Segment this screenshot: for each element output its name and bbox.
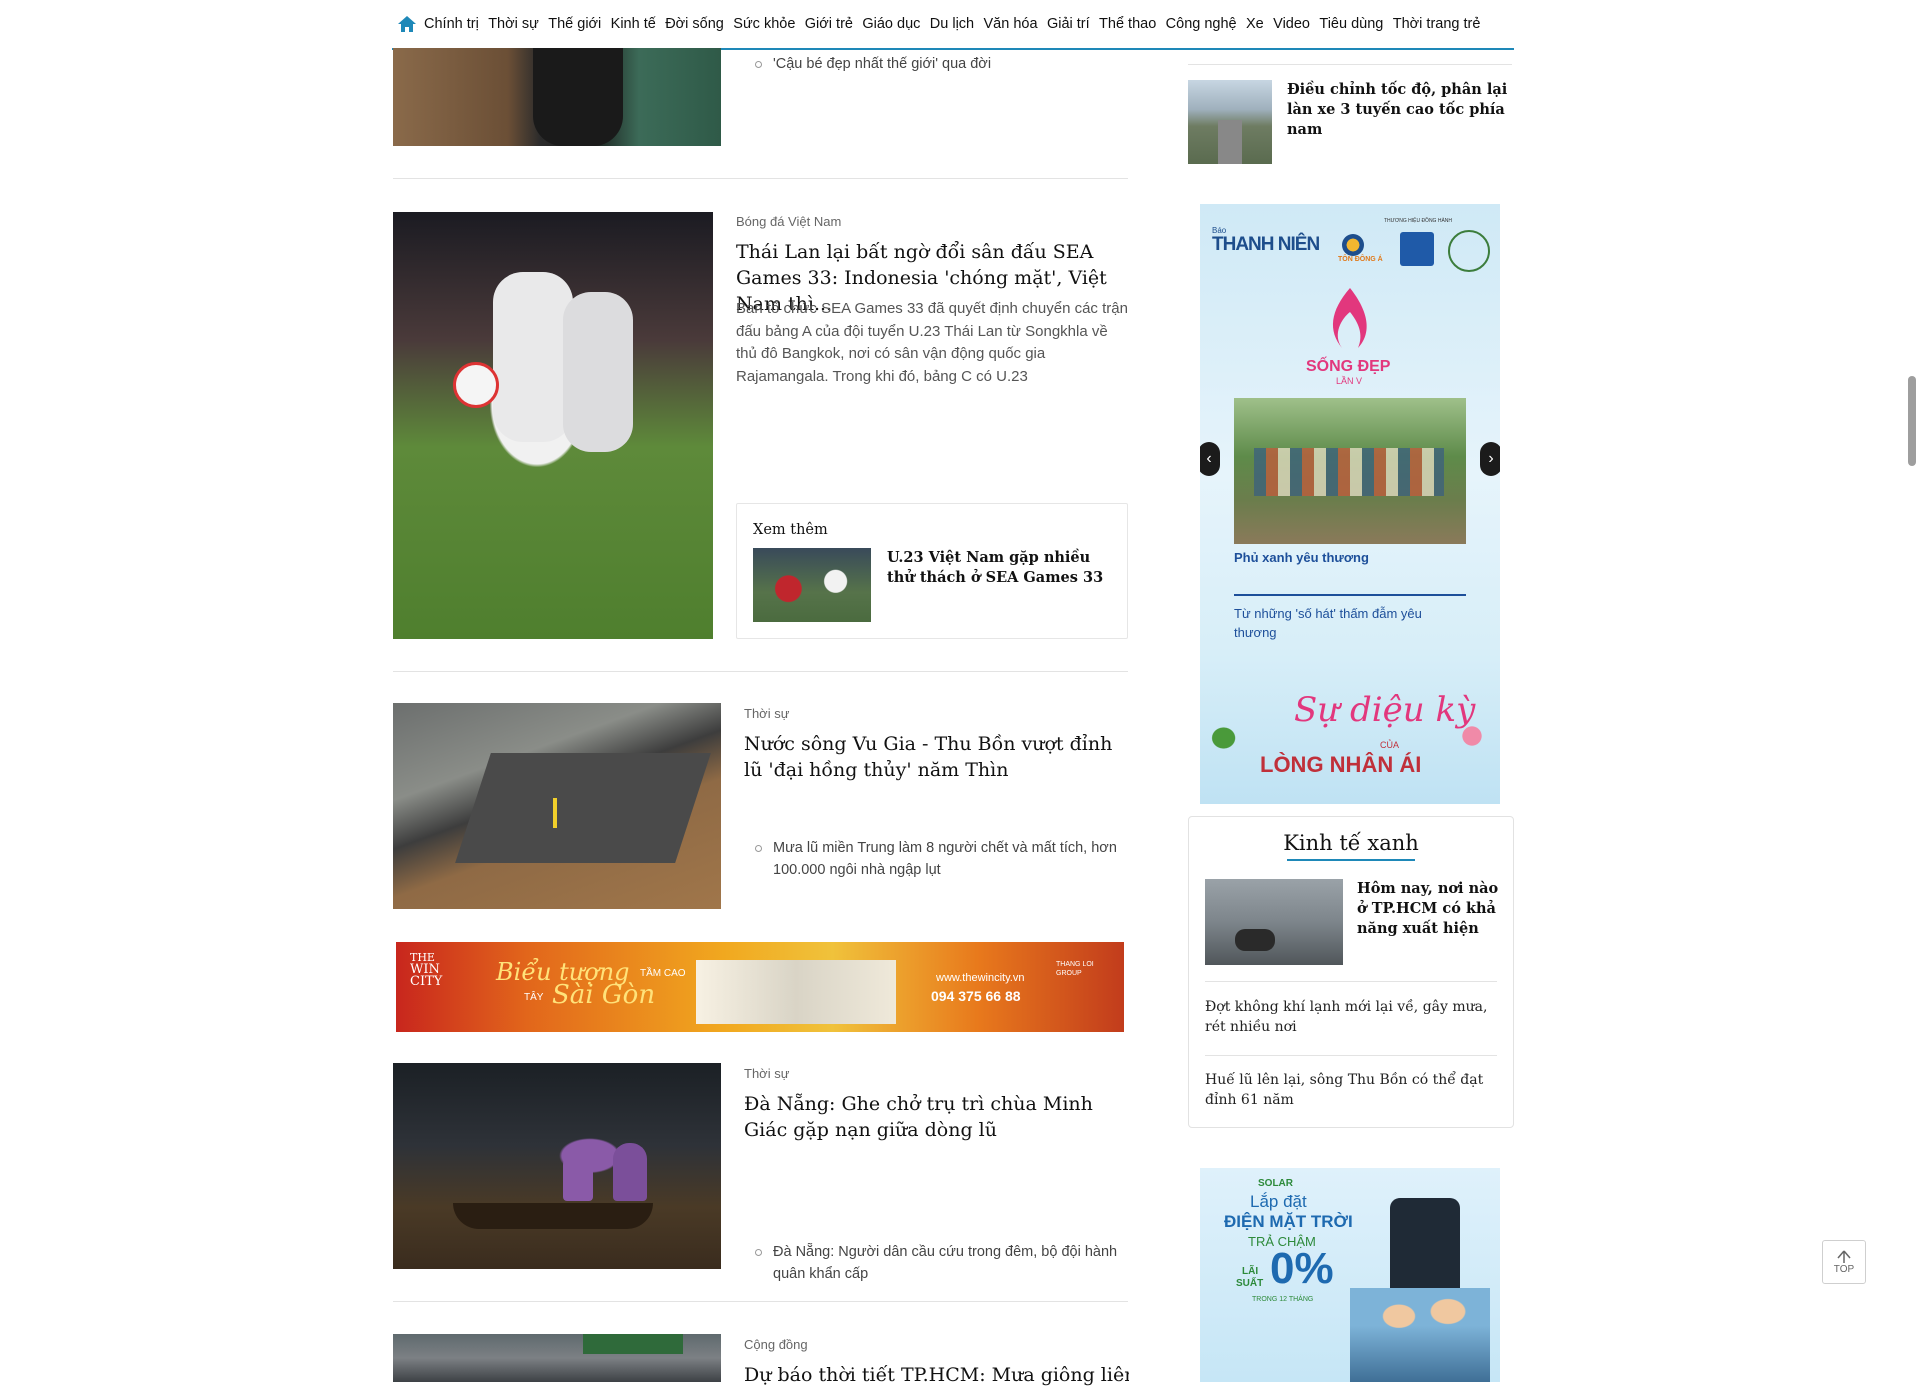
sidebar-article-title[interactable]: Điều chỉnh tốc độ, phân lại làn xe 3 tuy… bbox=[1287, 80, 1509, 140]
nav-item[interactable]: Video bbox=[1273, 16, 1310, 32]
ad-sponsor-logo bbox=[1342, 234, 1364, 256]
nav-item[interactable]: Du lịch bbox=[930, 16, 974, 32]
green-economy-box: Kinh tế xanh Hôm nay, nơi nào ở TP.HCM c… bbox=[1188, 816, 1514, 1128]
see-more-image[interactable] bbox=[753, 548, 871, 622]
divider bbox=[1205, 1055, 1497, 1056]
article-category[interactable]: Cộng đồng bbox=[744, 1337, 808, 1352]
article-image[interactable] bbox=[393, 212, 713, 639]
nav-item[interactable]: Giáo dục bbox=[862, 16, 920, 32]
sidebar-advertisement[interactable]: Báo THANH NIÊN THƯƠNG HIỆU ĐỒNG HÀNH TÔN… bbox=[1200, 204, 1500, 804]
divider bbox=[1234, 594, 1466, 596]
see-more-label: Xem thêm bbox=[753, 522, 828, 538]
arrow-up-icon bbox=[1837, 1250, 1851, 1263]
nav-item[interactable]: Tiêu dùng bbox=[1319, 16, 1383, 32]
leaf-icon bbox=[1206, 714, 1250, 754]
nav-item[interactable]: Đời sống bbox=[665, 16, 724, 32]
sidebar-article-title[interactable]: Huế lũ lên lại, sông Thu Bồn có thể đạt … bbox=[1205, 1070, 1497, 1110]
ad-phone: 094 375 66 88 bbox=[931, 988, 1021, 1004]
related-article-link[interactable]: Mưa lũ miền Trung làm 8 người chết và mấ… bbox=[745, 837, 1153, 881]
ad-campaign: SỐNG ĐẸP bbox=[1306, 358, 1391, 375]
ad-people-graphic bbox=[1350, 1288, 1490, 1382]
related-article-link[interactable]: 'Cậu bé đẹp nhất thế giới' qua đời bbox=[745, 53, 1153, 75]
nav-item[interactable]: Giới trẻ bbox=[805, 16, 853, 32]
divider bbox=[1205, 981, 1497, 982]
article-category[interactable]: Thời sự bbox=[744, 706, 789, 721]
sidebar-advertisement[interactable]: SOLAR Lắp đặt ĐIỆN MẶT TRỜI TRẢ CHẬM LÃI… bbox=[1200, 1168, 1500, 1382]
nav-item[interactable]: Sức khỏe bbox=[733, 16, 795, 32]
ad-sponsor-logo bbox=[1448, 230, 1490, 272]
section-title-underline bbox=[1287, 859, 1415, 861]
ad-brand: SOLAR bbox=[1258, 1178, 1293, 1189]
ad-item-title: Từ những 'số hát' thấm đẫm yêu thương bbox=[1234, 606, 1422, 640]
nav-item[interactable]: Thời trang trẻ bbox=[1393, 16, 1481, 32]
ad-headline: Sài Gòn bbox=[552, 980, 656, 1010]
divider bbox=[393, 1301, 1128, 1302]
article-category[interactable]: Bóng đá Việt Nam bbox=[736, 214, 841, 229]
ad-slogan-small: CỦA bbox=[1380, 740, 1400, 750]
ad-building-graphic bbox=[696, 960, 896, 1024]
article-image[interactable] bbox=[393, 1334, 721, 1382]
ad-line: ĐIỆN MẶT TRỜI bbox=[1224, 1212, 1353, 1231]
nav-item[interactable]: Giải trí bbox=[1047, 16, 1090, 32]
nav-item[interactable]: Chính trị bbox=[424, 16, 479, 32]
divider bbox=[1188, 64, 1512, 65]
ad-brand: THANH NIÊN bbox=[1212, 234, 1320, 255]
nav-item[interactable]: Thể thao bbox=[1099, 16, 1156, 32]
back-to-top-label: TOP bbox=[1833, 1263, 1855, 1275]
ad-headline-small: TẦM CAO bbox=[640, 968, 686, 979]
ad-rate-sub: TRONG 12 THÁNG bbox=[1252, 1296, 1314, 1303]
ad-rate-label: LÃI bbox=[1242, 1266, 1259, 1277]
article-title[interactable]: Đà Nẵng: Ghe chở trụ trì chùa Minh Giác … bbox=[744, 1091, 1129, 1143]
carousel-prev-button[interactable]: ‹ bbox=[1200, 442, 1220, 476]
nav-menu: Chính trị Thời sự Thế giới Kinh tế Đời sống S… bbox=[424, 16, 1490, 32]
nav-item[interactable]: Văn hóa bbox=[984, 16, 1038, 32]
ad-rate: 0% bbox=[1270, 1244, 1334, 1293]
ad-line: Lắp đặt bbox=[1250, 1192, 1307, 1211]
top-navigation: Chính trị Thời sự Thế giới Kinh tế Đời sống S… bbox=[392, 0, 1514, 50]
see-more-box: Xem thêm U.23 Việt Nam gặp nhiều thử thá… bbox=[736, 503, 1128, 639]
article-image[interactable] bbox=[393, 703, 721, 909]
ad-slogan: LÒNG NHÂN ÁI bbox=[1260, 752, 1422, 777]
divider bbox=[393, 178, 1128, 179]
flame-icon bbox=[1320, 286, 1380, 356]
nav-item[interactable]: Công nghệ bbox=[1166, 16, 1237, 32]
flower-icon bbox=[1450, 714, 1494, 758]
related-article-link[interactable]: Đà Nẵng: Người dân cầu cứu trong đêm, bộ… bbox=[745, 1241, 1153, 1285]
nav-item[interactable]: Kinh tế bbox=[611, 16, 656, 32]
nav-item[interactable]: Xe bbox=[1246, 16, 1264, 32]
ad-sponsor-label: THƯƠNG HIỆU ĐỒNG HÀNH bbox=[1384, 218, 1453, 224]
ad-sponsor-name: TÔN ĐÔNG Á bbox=[1338, 256, 1383, 263]
see-more-title[interactable]: U.23 Việt Nam gặp nhiều thử thách ở SEA … bbox=[887, 548, 1112, 588]
ad-rate-label: SUẤT bbox=[1236, 1278, 1264, 1289]
divider bbox=[393, 671, 1128, 672]
article-category[interactable]: Thời sự bbox=[744, 1066, 789, 1081]
sidebar-article-title[interactable]: Đợt không khí lạnh mới lại về, gây mưa, … bbox=[1205, 997, 1497, 1037]
ad-group: THANG LOI GROUP bbox=[1056, 961, 1094, 977]
ad-headline-small: TÂY bbox=[524, 992, 544, 1003]
article-title[interactable]: Dự báo thời tiết TP.HCM: Mưa giông liên … bbox=[744, 1362, 1129, 1388]
nav-item[interactable]: Thế giới bbox=[548, 16, 601, 32]
ad-logo: THE WIN CITY bbox=[410, 952, 443, 989]
ad-campaign-sub: LẦN V bbox=[1336, 376, 1363, 386]
back-to-top-button[interactable]: TOP bbox=[1822, 1240, 1866, 1284]
ad-slogan: Sự diệu kỳ bbox=[1294, 690, 1476, 730]
ad-sponsor-logo bbox=[1400, 232, 1434, 266]
home-icon[interactable] bbox=[396, 13, 418, 35]
sidebar-article-image[interactable] bbox=[1205, 879, 1343, 965]
page-scrollbar[interactable] bbox=[1908, 376, 1916, 466]
article-image[interactable] bbox=[393, 1063, 721, 1269]
article-image[interactable] bbox=[393, 48, 721, 146]
article-summary: Ban tổ chức SEA Games 33 đã quyết định c… bbox=[736, 300, 1128, 385]
ad-photo bbox=[1234, 398, 1466, 544]
ad-url: www.thewincity.vn bbox=[936, 972, 1025, 984]
sidebar-article-image[interactable] bbox=[1188, 80, 1272, 164]
advertisement-banner[interactable]: THE WIN CITY Biểu tượng TẦM CAO TÂY Sài … bbox=[396, 942, 1124, 1032]
carousel-next-button[interactable]: › bbox=[1480, 442, 1500, 476]
nav-item[interactable]: Thời sự bbox=[488, 16, 539, 32]
sidebar-article-title[interactable]: Hôm nay, nơi nào ở TP.HCM có khả năng xu… bbox=[1357, 879, 1502, 939]
ad-brand-text: CITY bbox=[410, 974, 443, 989]
ad-item-title: Phủ xanh yêu thương bbox=[1234, 550, 1369, 565]
section-title[interactable]: Kinh tế xanh bbox=[1189, 831, 1513, 855]
article-title[interactable]: Nước sông Vu Gia - Thu Bồn vượt đỉnh lũ … bbox=[744, 731, 1129, 783]
